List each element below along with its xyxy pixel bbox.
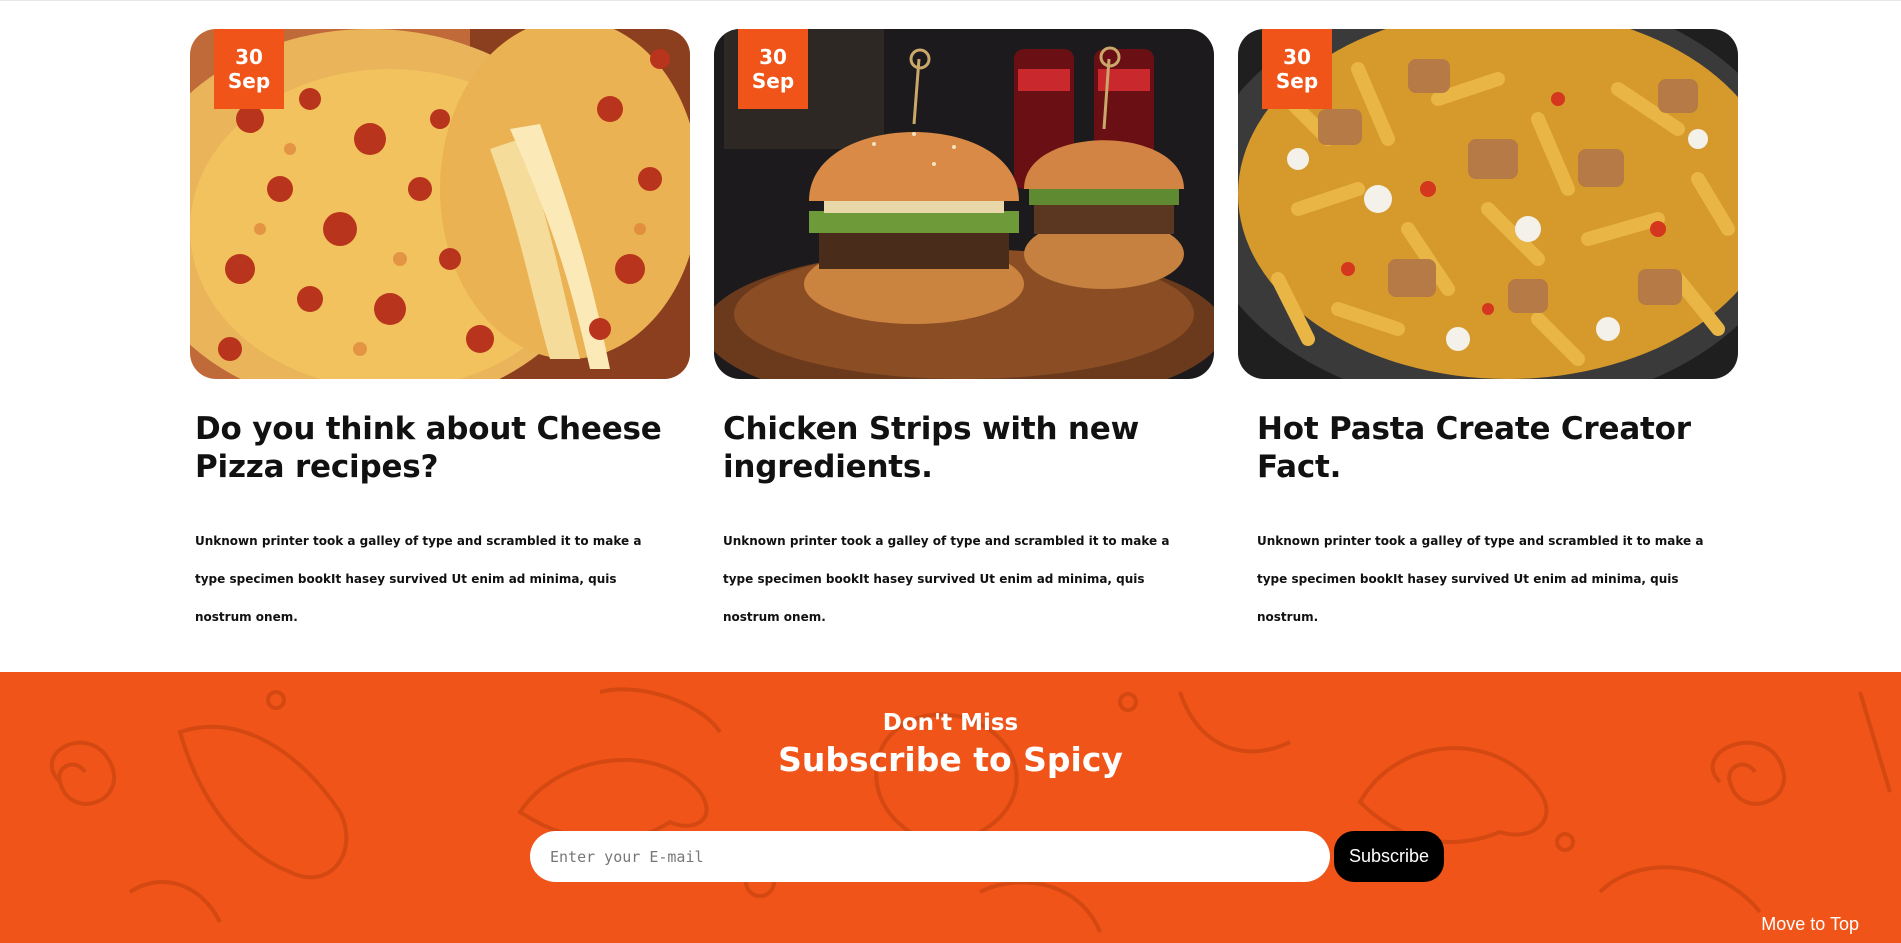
blog-card-chicken-strips[interactable]: 30 Sep Chicken Strips with new ingredien… bbox=[714, 29, 1214, 624]
email-input[interactable] bbox=[530, 831, 1330, 882]
post-title[interactable]: Hot Pasta Create Creator Fact. bbox=[1257, 410, 1697, 486]
post-excerpt: Unknown printer took a galley of type an… bbox=[195, 534, 642, 624]
blog-card-pizza[interactable]: 30 Sep Do you think about Cheese Pizza r… bbox=[190, 29, 690, 624]
burger-image[interactable]: 30 Sep bbox=[714, 29, 1214, 379]
date-day: 30 bbox=[235, 45, 263, 69]
top-divider bbox=[0, 0, 1901, 1]
post-title[interactable]: Do you think about Cheese Pizza recipes? bbox=[195, 410, 675, 486]
post-excerpt: Unknown printer took a galley of type an… bbox=[1257, 534, 1704, 624]
date-day: 30 bbox=[1283, 45, 1311, 69]
pizza-image[interactable]: 30 Sep bbox=[190, 29, 690, 379]
subscribe-heading: Subscribe to Spicy bbox=[778, 740, 1123, 779]
subscribe-section: Don't Miss Subscribe to Spicy Subscribe … bbox=[0, 672, 1901, 943]
date-month: Sep bbox=[1275, 69, 1319, 93]
subscribe-kicker: Don't Miss bbox=[882, 710, 1019, 736]
date-badge: 30 Sep bbox=[738, 29, 808, 109]
blog-card-hot-pasta[interactable]: 30 Sep Hot Pasta Create Creator Fact. Un… bbox=[1238, 29, 1738, 624]
date-badge: 30 Sep bbox=[1262, 29, 1332, 109]
date-month: Sep bbox=[751, 69, 795, 93]
date-month: Sep bbox=[227, 69, 271, 93]
date-badge: 30 Sep bbox=[214, 29, 284, 109]
subscribe-button[interactable]: Subscribe bbox=[1334, 831, 1444, 882]
date-day: 30 bbox=[759, 45, 787, 69]
post-title[interactable]: Chicken Strips with new ingredients. bbox=[723, 410, 1203, 486]
move-to-top-link[interactable]: Move to Top bbox=[1761, 914, 1859, 935]
pasta-image[interactable]: 30 Sep bbox=[1238, 29, 1738, 379]
post-excerpt: Unknown printer took a galley of type an… bbox=[723, 534, 1170, 624]
